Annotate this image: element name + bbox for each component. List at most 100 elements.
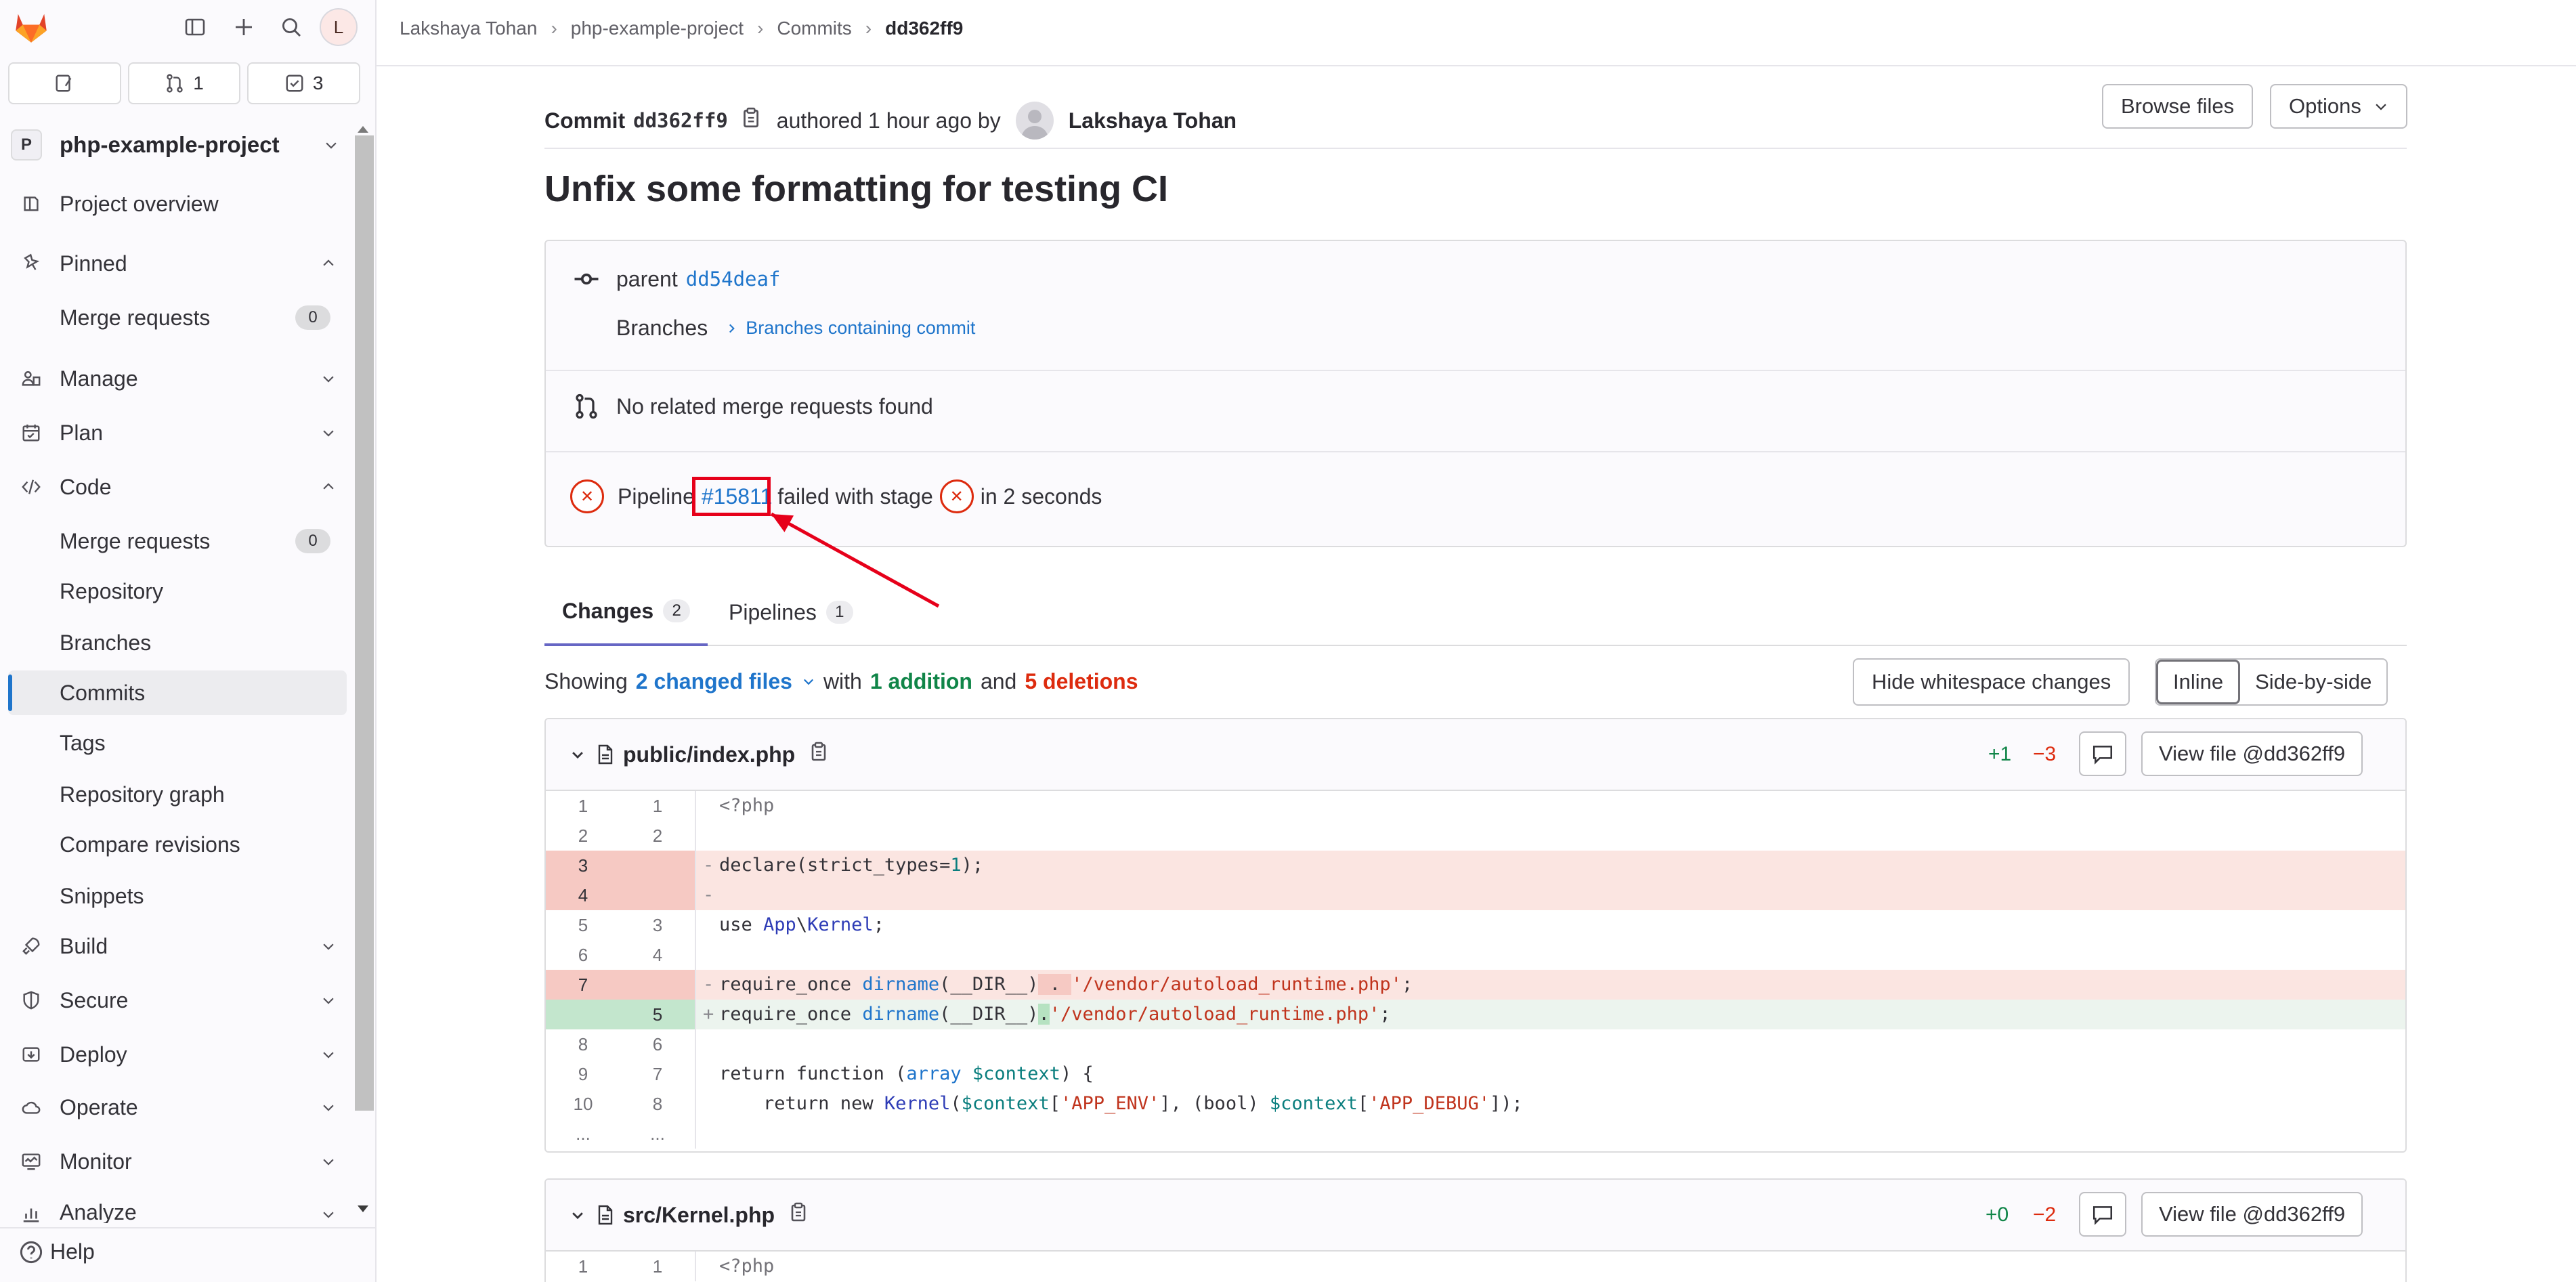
old-line-number[interactable]: 5 <box>546 910 620 940</box>
new-line-number[interactable]: 5 <box>620 1000 695 1029</box>
sidebar-item-branches[interactable]: Branches <box>8 620 347 665</box>
old-line-number[interactable]: 1 <box>546 1252 620 1281</box>
sidebar-item-code[interactable]: Code <box>8 465 347 509</box>
scroll-up-arrow-icon[interactable] <box>358 126 368 133</box>
chevron-down-icon[interactable] <box>570 1208 585 1222</box>
sidebar-item-compare-revisions[interactable]: Compare revisions <box>8 822 347 867</box>
copy-sha-icon[interactable] <box>739 106 762 135</box>
view-file-button[interactable]: View file @dd362ff9 <box>2141 1192 2363 1237</box>
sidebar-item-analyze[interactable]: Analyze <box>8 1192 347 1223</box>
new-line-number[interactable]: 4 <box>620 940 695 970</box>
old-line-number[interactable]: 3 <box>546 851 620 880</box>
author-name[interactable]: Lakshaya Tohan <box>1069 108 1237 133</box>
breadcrumb-item[interactable]: Lakshaya Tohan <box>400 18 537 39</box>
new-line-number[interactable] <box>620 851 695 880</box>
sidebar-item-deploy[interactable]: Deploy <box>8 1032 347 1077</box>
author-avatar[interactable] <box>1015 102 1054 140</box>
scroll-down-arrow-icon[interactable] <box>358 1205 368 1212</box>
old-line-number[interactable]: 8 <box>546 1029 620 1059</box>
code-icon <box>18 473 45 500</box>
old-line-number[interactable] <box>546 1000 620 1029</box>
new-line-number[interactable]: 1 <box>620 1252 695 1281</box>
new-line-number[interactable]: 6 <box>620 1029 695 1059</box>
view-file-button[interactable]: View file @dd362ff9 <box>2141 731 2363 776</box>
sidebar-scrollbar[interactable] <box>355 135 374 1111</box>
user-avatar[interactable]: L <box>320 8 358 46</box>
sidebar-item-tags[interactable]: Tags <box>8 721 347 765</box>
new-line-number[interactable] <box>620 970 695 1000</box>
breadcrumb-item[interactable]: php-example-project <box>571 18 744 39</box>
old-line-number[interactable]: 1 <box>546 791 620 821</box>
old-line-number[interactable]: 9 <box>546 1059 620 1089</box>
new-line-number[interactable] <box>620 880 695 910</box>
gitlab-logo-icon[interactable] <box>12 8 50 46</box>
parent-sha-link[interactable]: dd54deaf <box>686 268 781 291</box>
sidebar-item-project-overview[interactable]: Project overview <box>8 181 347 226</box>
browse-files-button[interactable]: Browse files <box>2102 84 2254 129</box>
project-switcher[interactable]: P php-example-project <box>11 125 349 165</box>
todo-icon <box>286 74 303 92</box>
changed-files-dropdown[interactable]: 2 changed files <box>636 669 815 694</box>
search-icon[interactable] <box>274 9 309 45</box>
sidebar-item-label: Secure <box>60 987 129 1012</box>
chart-icon <box>18 1200 45 1223</box>
sidebar-item-plan[interactable]: Plan <box>8 410 347 455</box>
sidebar-item-pinned[interactable]: Pinned <box>8 241 347 286</box>
sidebar-item-monitor[interactable]: Monitor <box>8 1139 347 1184</box>
pipeline-failed-icon[interactable]: ✕ <box>570 479 604 513</box>
sidebar-item-repository-graph[interactable]: Repository graph <box>8 772 347 817</box>
sidebar-item-label: Branches <box>60 630 152 655</box>
comment-button[interactable] <box>2079 731 2126 776</box>
sidebar-item-code-merge-requests[interactable]: Merge requests 0 <box>8 519 347 563</box>
old-line-number[interactable]: 6 <box>546 940 620 970</box>
old-line-number[interactable]: 10 <box>546 1089 620 1119</box>
sidebar-item-build[interactable]: Build <box>8 924 347 968</box>
old-line-number[interactable]: 4 <box>546 880 620 910</box>
tab-changes[interactable]: Changes 2 <box>544 578 708 646</box>
chevron-up-icon <box>323 483 334 490</box>
sidebar-item-manage[interactable]: Manage <box>8 356 347 401</box>
copy-path-icon[interactable] <box>807 741 829 768</box>
branches-containing-commit-link[interactable]: Branches containing commit <box>725 318 975 339</box>
side-by-side-view-button[interactable]: Side-by-side <box>2240 660 2386 704</box>
file-path[interactable]: src/Kernel.php <box>623 1203 775 1228</box>
comment-button[interactable] <box>2079 1192 2126 1237</box>
hide-whitespace-button[interactable]: Hide whitespace changes <box>1853 658 2130 706</box>
merge-requests-counter-button[interactable]: 1 <box>127 62 241 104</box>
sidebar-divider <box>0 1227 377 1228</box>
new-line-number[interactable]: 1 <box>620 791 695 821</box>
breadcrumb-current[interactable]: dd362ff9 <box>885 18 963 39</box>
tab-pipelines[interactable]: Pipelines 1 <box>729 578 853 646</box>
sidebar-toggle-icon[interactable] <box>177 9 213 45</box>
sidebar-item-secure[interactable]: Secure <box>8 978 347 1023</box>
new-line-number[interactable]: 3 <box>620 910 695 940</box>
plus-icon[interactable] <box>226 9 261 45</box>
diff-line-expand[interactable]: ...... <box>546 1119 2405 1149</box>
file-icon <box>598 1205 613 1225</box>
options-dropdown[interactable]: Options <box>2270 84 2407 129</box>
sidebar-item-operate[interactable]: Operate <box>8 1085 347 1130</box>
sidebar-item-commits[interactable]: Commits <box>8 670 347 715</box>
todos-counter-button[interactable]: 3 <box>247 62 361 104</box>
chevron-down-icon <box>323 998 334 1004</box>
help-button[interactable]: Help <box>19 1239 95 1264</box>
new-line-number[interactable]: 8 <box>620 1089 695 1119</box>
old-line-number[interactable]: ... <box>546 1119 620 1149</box>
old-line-number[interactable]: 7 <box>546 970 620 1000</box>
chevron-down-icon[interactable] <box>570 747 585 762</box>
sidebar-item-snippets[interactable]: Snippets <box>8 874 347 918</box>
new-line-number[interactable]: 2 <box>620 821 695 851</box>
inline-view-button[interactable]: Inline <box>2156 660 2241 704</box>
sidebar-item-pinned-merge-requests[interactable]: Merge requests 0 <box>8 295 347 340</box>
issues-counter-button[interactable] <box>8 62 121 104</box>
new-line-number[interactable]: ... <box>620 1119 695 1149</box>
old-line-number[interactable]: 2 <box>546 821 620 851</box>
code-line: <?php <box>719 795 775 816</box>
breadcrumb-item[interactable]: Commits <box>777 18 851 39</box>
sidebar-item-repository[interactable]: Repository <box>8 569 347 614</box>
file-path[interactable]: public/index.php <box>623 742 795 767</box>
new-line-number[interactable]: 7 <box>620 1059 695 1089</box>
branches-link-label: Branches containing commit <box>746 318 976 338</box>
merge-request-icon <box>576 393 597 419</box>
copy-path-icon[interactable] <box>787 1201 809 1228</box>
